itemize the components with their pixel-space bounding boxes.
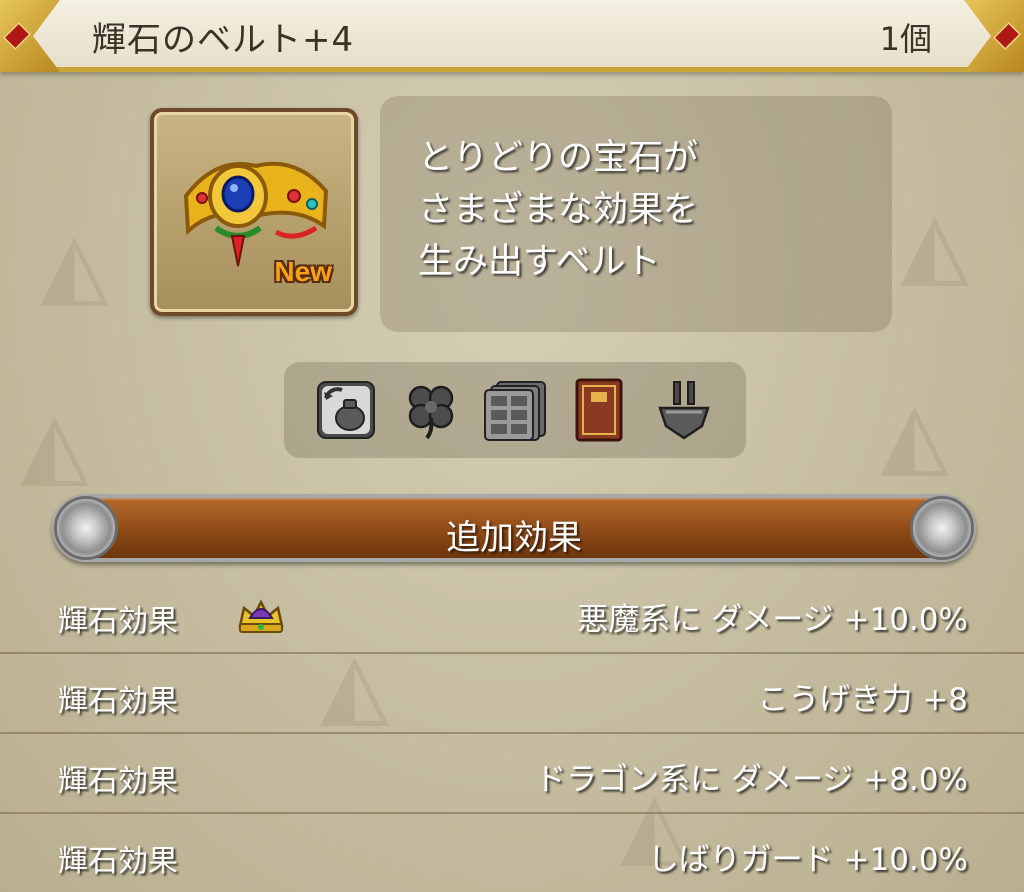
bag-swap-icon[interactable] bbox=[312, 376, 380, 444]
effect-row: 輝石効果 しばりガード +10.0% bbox=[0, 814, 1024, 892]
effect-label: 輝石効果 bbox=[58, 764, 178, 799]
effect-value: こうげき力 +8 bbox=[757, 682, 968, 718]
additional-effects-header: 追加効果 bbox=[52, 494, 976, 562]
effect-row: 輝石効果 ドラゴン系に ダメージ +8.0% bbox=[0, 734, 1024, 814]
item-header: 輝石のベルト+4 1個 bbox=[0, 0, 1024, 72]
description-line: 生み出すベルト bbox=[418, 242, 661, 282]
effect-label: 輝石効果 bbox=[58, 684, 178, 719]
effect-value: ドラゴン系に ダメージ +8.0% bbox=[535, 762, 968, 798]
effect-label: 輝石効果 bbox=[58, 844, 178, 879]
header-corner-ornament bbox=[0, 0, 60, 72]
item-count: 1個 bbox=[879, 20, 932, 58]
slime-motif-icon: ◭ bbox=[880, 382, 950, 487]
new-badge: New bbox=[274, 256, 332, 287]
effect-value: しばりガード +10.0% bbox=[647, 842, 968, 878]
equip-icon-bar bbox=[284, 362, 746, 458]
description-line: さまざまな効果を bbox=[418, 190, 699, 230]
book-icon[interactable] bbox=[565, 376, 633, 444]
description-line: とりどりの宝石が bbox=[418, 138, 699, 178]
crown-icon bbox=[238, 599, 284, 633]
effect-label: 輝石効果 bbox=[58, 604, 178, 639]
armor-stand-icon[interactable] bbox=[650, 376, 718, 444]
item-description: とりどりの宝石が さまざまな効果を 生み出すベルト bbox=[418, 132, 698, 288]
effect-row: 輝石効果 悪魔系に ダメージ +10.0% bbox=[0, 574, 1024, 654]
slime-motif-icon: ◭ bbox=[20, 392, 90, 497]
effect-value: 悪魔系に ダメージ +10.0% bbox=[577, 602, 968, 638]
belt-icon bbox=[183, 161, 329, 267]
section-title: 追加効果 bbox=[446, 518, 582, 558]
item-title: 輝石のベルト+4 bbox=[92, 20, 355, 60]
effect-row: 輝石効果 こうげき力 +8 bbox=[0, 654, 1024, 734]
slime-motif-icon: ◭ bbox=[40, 212, 110, 317]
clover-icon[interactable] bbox=[397, 376, 465, 444]
storage-chest-icon[interactable] bbox=[481, 376, 549, 444]
header-corner-ornament bbox=[964, 0, 1024, 72]
rivet-icon bbox=[910, 496, 974, 560]
slime-motif-icon: ◭ bbox=[900, 192, 970, 297]
item-icon-frame[interactable]: New bbox=[150, 108, 358, 316]
